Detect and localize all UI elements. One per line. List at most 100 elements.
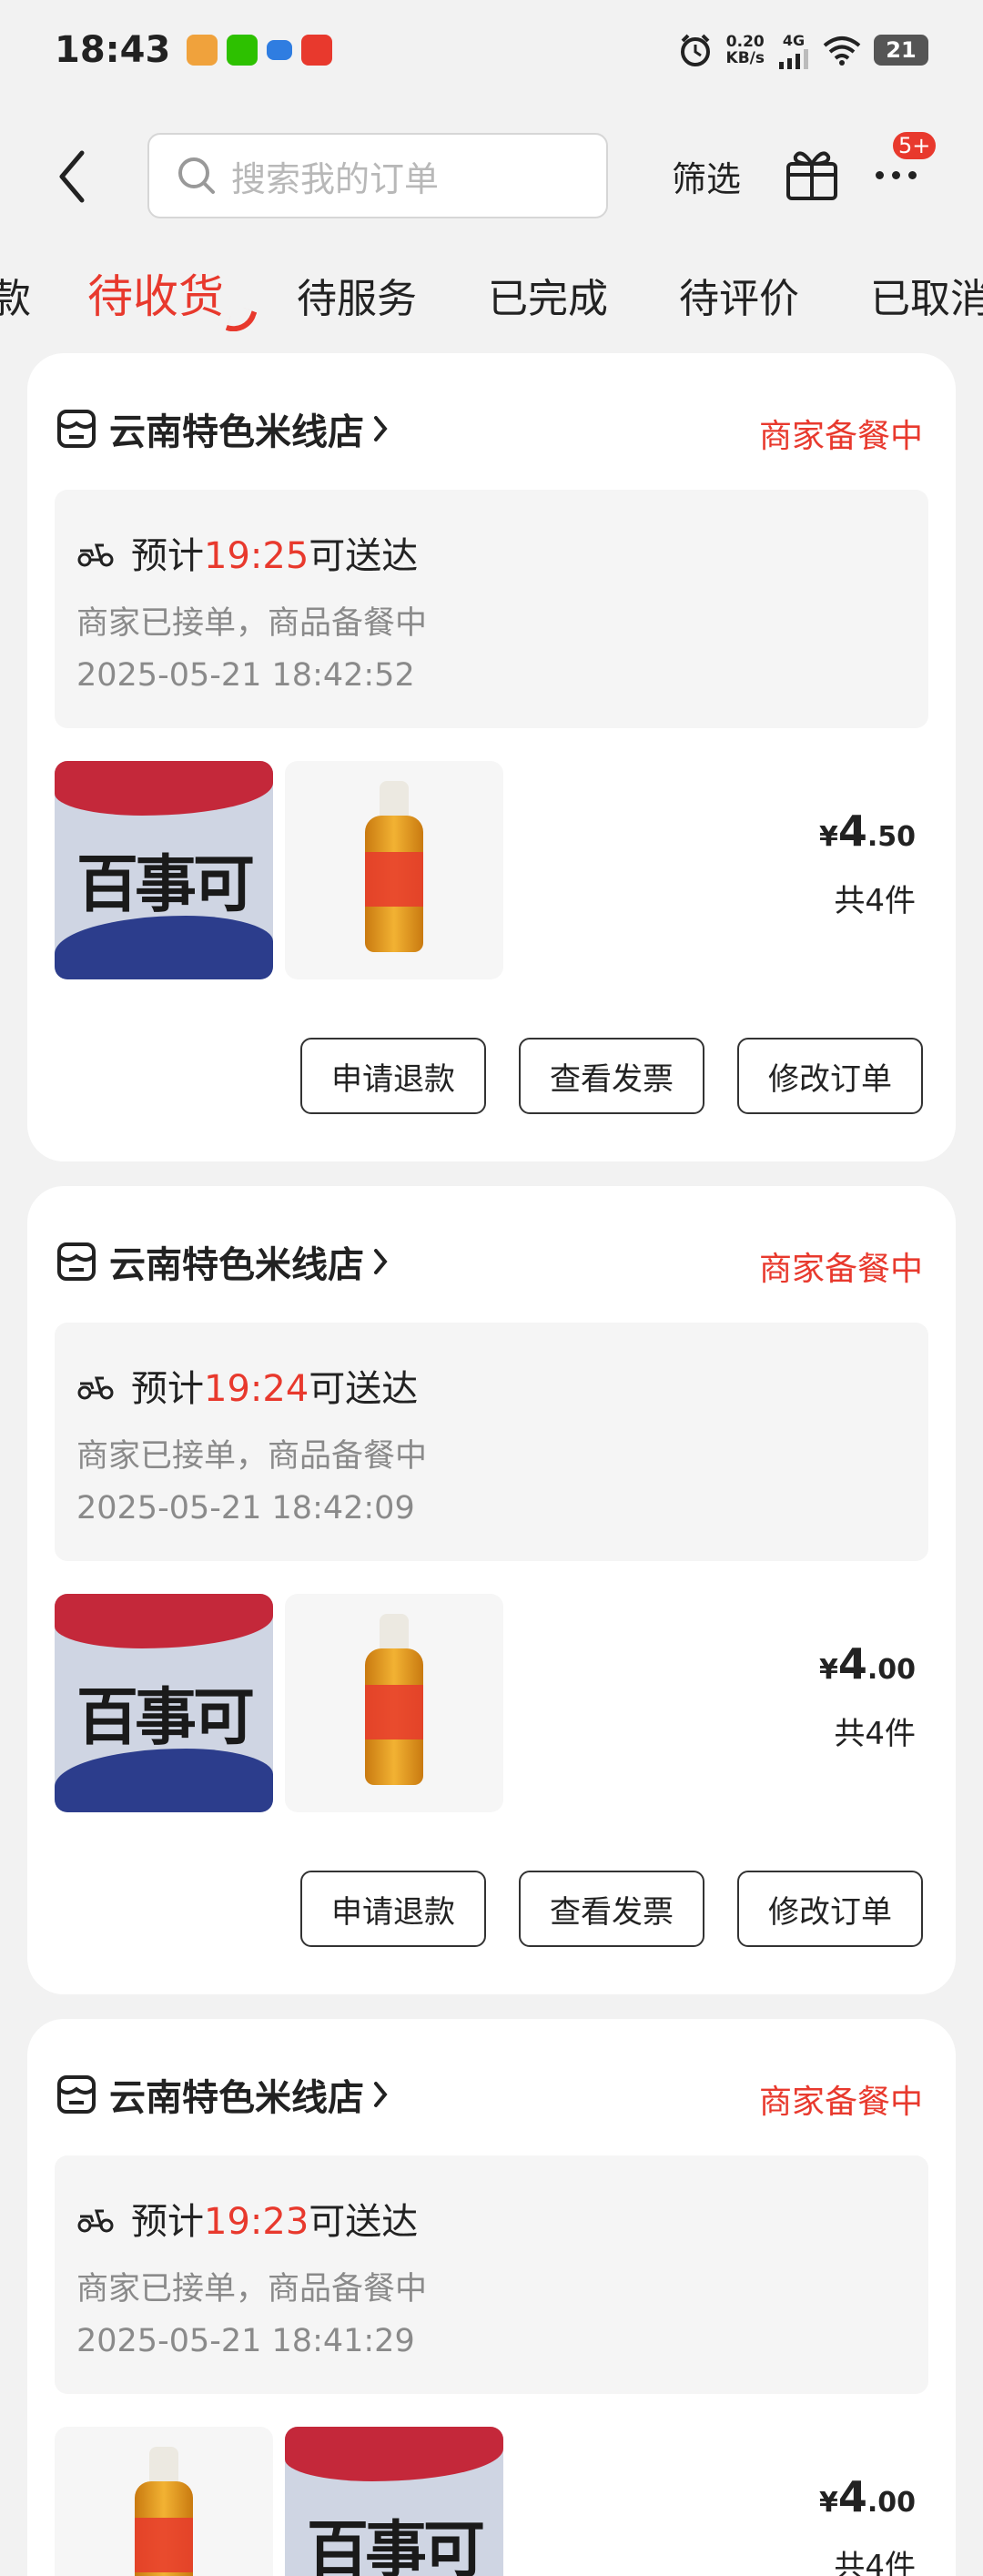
chevron-right-icon <box>374 416 388 441</box>
status-right: 0.20 KB/s 4G 21 <box>677 32 928 69</box>
gift-button[interactable] <box>785 144 839 202</box>
tab-completed[interactable]: 已完成 <box>488 266 608 324</box>
notification-badge: 5+ <box>890 129 939 162</box>
shop-link[interactable]: 云南特色米线店 <box>56 1235 388 1288</box>
battery-icon: 21 <box>874 35 928 66</box>
shop-icon <box>57 2075 96 2114</box>
eta-text: 预计19:24可送达 <box>131 1359 418 1412</box>
delivery-info[interactable]: 预计19:23可送达 商家已接单，商品备餐中 2025-05-21 18:41:… <box>55 2155 928 2394</box>
app-notification-icon <box>267 40 293 60</box>
cellular-signal: 4G <box>777 32 810 69</box>
order-card[interactable]: 云南特色米线店 商家备餐中 预计19:25可送达 商家已接单，商品备餐中 202… <box>27 353 956 1161</box>
status-bar: 18:43 0.20 KB/s 4G 21 <box>0 0 983 100</box>
eta-prefix: 预计 <box>131 535 204 577</box>
product-thumbnail-dongpeng[interactable] <box>285 1594 503 1812</box>
order-timestamp: 2025-05-21 18:41:29 <box>76 2323 415 2359</box>
product-thumbnail-pepsi[interactable]: 百事可乐 <box>55 1594 273 1812</box>
shop-link[interactable]: 云南特色米线店 <box>56 402 388 455</box>
more-icon <box>876 171 917 179</box>
eta-text: 预计19:23可送达 <box>131 2192 418 2245</box>
eta-suffix: 可送达 <box>309 535 419 577</box>
refund-button[interactable]: 申请退款 <box>300 1038 486 1114</box>
view-invoice-button[interactable]: 查看发票 <box>519 1871 704 1947</box>
item-count: 共4件 <box>834 883 916 919</box>
active-tab-indicator <box>225 304 258 331</box>
signal-icon <box>779 48 808 69</box>
price-decimal: .50 <box>866 821 916 853</box>
pepsi-label: 百事可乐 <box>306 2515 485 2576</box>
scooter-icon <box>77 2209 114 2233</box>
eta-time: 19:24 <box>204 1368 309 1410</box>
currency-symbol: ¥ <box>818 2487 838 2519</box>
alarm-icon <box>680 34 710 66</box>
eta-prefix: 预计 <box>131 2201 204 2243</box>
shop-name: 云南特色米线店 <box>109 411 364 453</box>
order-price: ¥4.00 <box>819 2472 916 2521</box>
chevron-right-icon <box>374 2082 388 2107</box>
scooter-icon <box>77 1376 114 1400</box>
wechat-icon <box>227 35 258 66</box>
shop-icon <box>57 410 96 448</box>
accept-status-text: 商家已接单，商品备餐中 <box>76 1438 428 1475</box>
product-thumbnail-dongpeng[interactable] <box>285 761 503 979</box>
modify-order-button[interactable]: 修改订单 <box>737 1871 923 1947</box>
item-count: 共4件 <box>834 1716 916 1752</box>
tab-cancelled[interactable]: 已取消 <box>870 266 983 324</box>
more-button[interactable]: 5+ <box>872 129 939 202</box>
wifi-icon <box>823 36 861 66</box>
order-tabs: 款 待收货 待服务 已完成 待评价 已取消 <box>0 266 983 331</box>
eta-suffix: 可送达 <box>309 2201 419 2243</box>
delivery-info[interactable]: 预计19:25可送达 商家已接单，商品备餐中 2025-05-21 18:42:… <box>55 490 928 728</box>
product-thumbnail-pepsi[interactable]: 百事可乐 <box>55 761 273 979</box>
shop-name: 云南特色米线店 <box>109 1244 364 1286</box>
order-status: 商家备餐中 <box>758 1251 923 1288</box>
item-count: 共4件 <box>834 2549 916 2576</box>
tab-refund[interactable]: 款 <box>0 266 31 324</box>
status-time: 18:43 <box>55 29 171 71</box>
network-speed-value: 0.20 <box>725 33 765 51</box>
order-price: ¥4.00 <box>819 1639 916 1689</box>
header: 搜索我的订单 筛选 5+ <box>0 127 983 226</box>
eta-suffix: 可送达 <box>309 1368 419 1410</box>
tab-to-service[interactable]: 待服务 <box>297 266 417 324</box>
search-input[interactable]: 搜索我的订单 <box>147 133 608 218</box>
back-arrow-icon <box>59 150 85 203</box>
gift-icon <box>786 151 837 200</box>
refund-button[interactable]: 申请退款 <box>300 1871 486 1947</box>
order-timestamp: 2025-05-21 18:42:09 <box>76 1490 415 1526</box>
order-timestamp: 2025-05-21 18:42:52 <box>76 657 415 694</box>
price-integer: 4 <box>837 2472 867 2521</box>
price-decimal: .00 <box>866 2487 916 2519</box>
shop-link[interactable]: 云南特色米线店 <box>56 2068 388 2121</box>
price-integer: 4 <box>837 1639 867 1689</box>
modify-order-button[interactable]: 修改订单 <box>737 1038 923 1114</box>
network-speed-unit: KB/s <box>725 49 765 67</box>
tab-to-review[interactable]: 待评价 <box>679 266 799 324</box>
order-card[interactable]: 云南特色米线店 商家备餐中 预计19:24可送达 商家已接单，商品备餐中 202… <box>27 1186 956 1994</box>
battery-level: 21 <box>886 37 917 63</box>
product-thumbnail-dongpeng[interactable] <box>55 2427 273 2576</box>
shop-icon <box>57 1242 96 1281</box>
price-decimal: .00 <box>866 1654 916 1686</box>
order-price: ¥4.50 <box>819 806 916 856</box>
price-integer: 4 <box>837 806 867 856</box>
eta-prefix: 预计 <box>131 1368 204 1410</box>
app-notification-icon <box>301 35 333 66</box>
network-speed: 0.20 KB/s <box>726 34 765 66</box>
eta-row: 预计19:23可送达 <box>76 2192 418 2245</box>
back-button[interactable] <box>55 147 91 206</box>
shop-name: 云南特色米线店 <box>109 2077 364 2119</box>
order-card[interactable]: 云南特色米线店 商家备餐中 预计19:23可送达 商家已接单，商品备餐中 202… <box>27 2019 956 2576</box>
currency-symbol: ¥ <box>818 1654 838 1686</box>
search-placeholder: 搜索我的订单 <box>231 158 440 199</box>
delivery-info[interactable]: 预计19:24可送达 商家已接单，商品备餐中 2025-05-21 18:42:… <box>55 1323 928 1561</box>
eta-time: 19:25 <box>204 535 309 577</box>
eta-row: 预计19:24可送达 <box>76 1359 418 1412</box>
filter-button[interactable]: 筛选 <box>672 151 741 201</box>
tab-to-receive[interactable]: 待收货 <box>87 266 224 326</box>
view-invoice-button[interactable]: 查看发票 <box>519 1038 704 1114</box>
eta-time: 19:23 <box>204 2201 309 2243</box>
eta-text: 预计19:25可送达 <box>131 526 418 579</box>
product-thumbnail-pepsi[interactable]: 百事可乐 <box>285 2427 503 2576</box>
currency-symbol: ¥ <box>818 821 838 853</box>
